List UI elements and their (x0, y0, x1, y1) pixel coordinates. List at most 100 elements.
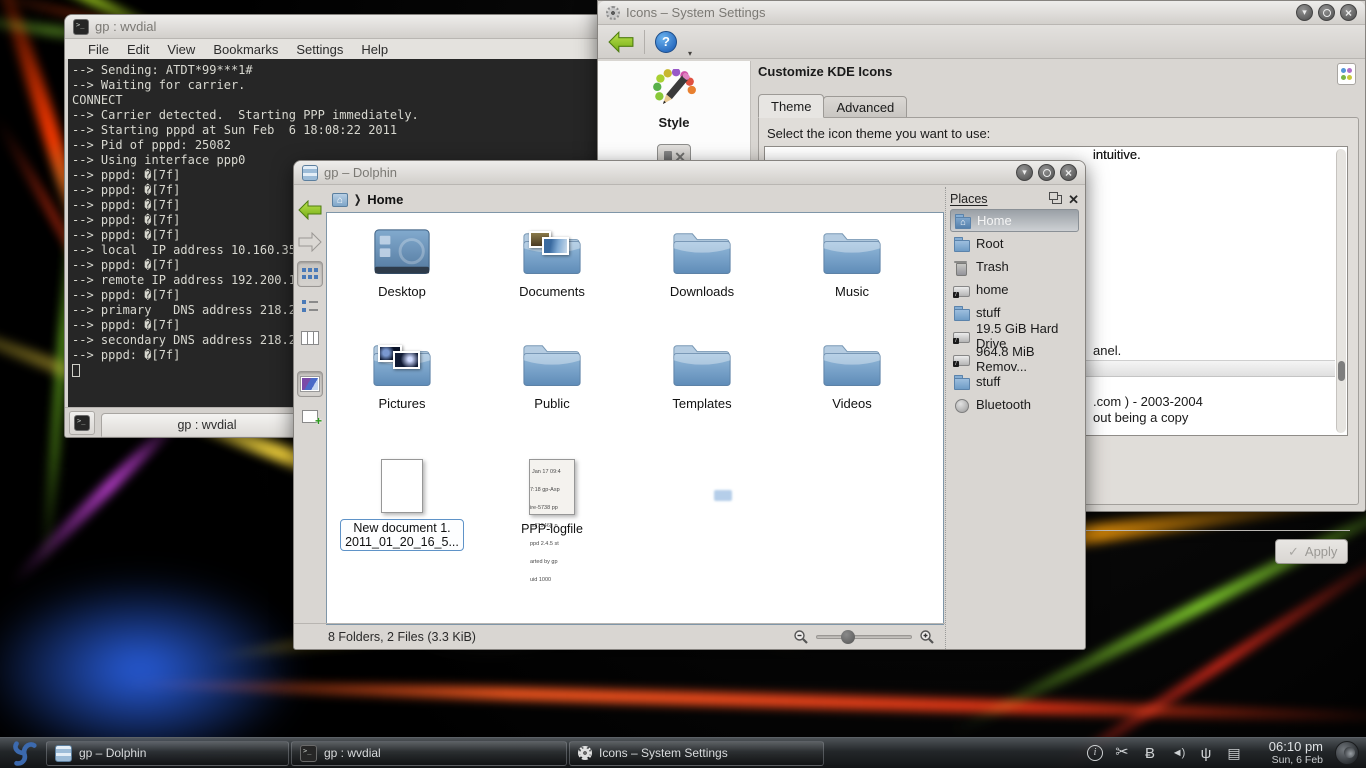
scrollbar-thumb[interactable] (1338, 361, 1345, 381)
zoom-in-icon[interactable] (919, 629, 935, 645)
konsole-window-title: gp : wvdial (95, 19, 628, 34)
places-item[interactable]: Home (950, 209, 1079, 232)
clock-time: 06:10 pm (1259, 740, 1323, 755)
chevron-down-icon[interactable]: ▾ (688, 49, 692, 58)
places-item[interactable]: Root (950, 232, 1079, 255)
folder-item[interactable]: Documents (477, 219, 627, 331)
file-item[interactable]: Jan 17 09:4 7:18 gp-Asp ire-5738 pp pd[1… (477, 449, 627, 561)
folder-view[interactable]: Desktop (326, 212, 944, 625)
icons-module-icon (1337, 63, 1356, 85)
tab[interactable]: Advanced (823, 96, 907, 118)
folder-item[interactable]: Music (777, 219, 927, 331)
home-icon[interactable]: ⌂ (332, 193, 348, 207)
tray-icon[interactable] (1087, 745, 1103, 761)
folder-item[interactable]: Downloads (627, 219, 777, 331)
terminal-icon (74, 415, 90, 431)
split-view-button[interactable] (297, 403, 323, 429)
zoom-out-icon[interactable] (793, 629, 809, 645)
zoom-slider-track[interactable] (816, 635, 912, 639)
close-button[interactable] (1060, 164, 1077, 181)
scrollbar[interactable] (1336, 149, 1346, 433)
place-label: home (976, 282, 1009, 297)
task-label: gp – Dolphin (79, 746, 146, 760)
back-button[interactable] (297, 197, 323, 223)
apply-button[interactable]: ✓Apply (1275, 539, 1348, 564)
file-name: New document 1.2011_01_20_16_5... (340, 519, 464, 551)
places-item[interactable]: 964.8 MiB Remov... (950, 347, 1079, 370)
float-panel-icon[interactable] (1052, 195, 1062, 204)
theme-list-row[interactable]: anel. (1093, 343, 1121, 358)
preview-button[interactable] (297, 371, 323, 397)
menu-item[interactable]: Help (352, 42, 397, 57)
tray-icon[interactable] (1225, 744, 1243, 762)
sidebar-item-style[interactable]: Style (598, 61, 750, 130)
folder-item[interactable]: Templates (627, 331, 777, 443)
sidebar-item-label: Style (658, 115, 689, 130)
back-icon[interactable] (608, 31, 634, 53)
folder-item[interactable]: Public (477, 331, 627, 443)
konsole-tab-label: gp : wvdial (177, 418, 236, 432)
maximize-button[interactable] (1318, 4, 1335, 21)
taskbar-task[interactable]: gp : wvdial (291, 741, 567, 766)
theme-list-row[interactable]: intuitive. (1093, 147, 1141, 162)
close-panel-icon[interactable]: ✕ (1068, 193, 1079, 206)
tray-icon[interactable] (1197, 744, 1215, 762)
task-icon (578, 746, 592, 760)
tray-icon[interactable] (1113, 744, 1131, 762)
places-header: Places ✕ (950, 189, 1079, 209)
style-icon (651, 69, 697, 111)
menu-item[interactable]: Settings (287, 42, 352, 57)
theme-select-label: Select the icon theme you want to use: (767, 126, 990, 141)
settings-titlebar[interactable]: Icons – System Settings (598, 1, 1365, 25)
dolphin-window: gp – Dolphin ⌂ ❭ Home (293, 160, 1086, 650)
app-launcher-button[interactable] (3, 739, 45, 768)
folder-item[interactable]: Videos (777, 331, 927, 443)
minimize-button[interactable] (1016, 164, 1033, 181)
forward-button[interactable] (297, 229, 323, 255)
konsole-tab[interactable]: gp : wvdial (101, 413, 313, 437)
places-title: Places (950, 192, 1046, 206)
menu-item[interactable]: File (79, 42, 118, 57)
breadcrumb-home[interactable]: Home (367, 192, 403, 207)
task-label: Icons – System Settings (599, 746, 728, 760)
folder-icon (821, 339, 883, 389)
places-item[interactable]: Bluetooth (950, 393, 1079, 416)
new-tab-button[interactable] (69, 411, 95, 435)
menu-item[interactable]: View (158, 42, 204, 57)
check-icon: ✓ (1288, 544, 1299, 560)
menu-item[interactable]: Bookmarks (204, 42, 287, 57)
folder-name: Public (534, 396, 569, 411)
place-icon (953, 236, 969, 252)
file-item[interactable]: New document 1.2011_01_20_16_5... (327, 449, 477, 561)
folder-item[interactable]: Pictures (327, 331, 477, 443)
taskbar-task[interactable]: gp – Dolphin (46, 741, 289, 766)
place-label: stuff (976, 305, 1000, 320)
tray-icon[interactable] (1169, 744, 1187, 762)
clock[interactable]: 06:10 pm Sun, 6 Feb (1259, 740, 1323, 767)
place-icon (953, 328, 969, 344)
minimize-button[interactable] (1296, 4, 1313, 21)
maximize-button[interactable] (1038, 164, 1055, 181)
zoom-slider-handle[interactable] (841, 630, 855, 644)
panel-toolbox-icon[interactable] (1335, 741, 1359, 765)
menu-item[interactable]: Edit (118, 42, 158, 57)
place-label: Bluetooth (976, 397, 1031, 412)
theme-description-line: .com ) - 2003-2004 (1093, 394, 1203, 409)
close-button[interactable] (1340, 4, 1357, 21)
taskbar-task[interactable]: Icons – System Settings (569, 741, 824, 766)
settings-tabs: ThemeAdvanced (758, 94, 906, 118)
places-item[interactable]: Trash (950, 255, 1079, 278)
places-item[interactable]: home (950, 278, 1079, 301)
dolphin-titlebar[interactable]: gp – Dolphin (294, 161, 1085, 185)
tray-icon[interactable] (1141, 744, 1159, 762)
page-title: Customize KDE Icons (758, 64, 892, 79)
help-icon[interactable]: ? (655, 31, 677, 53)
folder-icon (821, 227, 883, 277)
tab[interactable]: Theme (758, 94, 824, 118)
columns-view-button[interactable] (297, 325, 323, 351)
folder-icon (521, 227, 583, 277)
cursor-drag-artifact (714, 490, 732, 501)
icons-view-button[interactable] (297, 261, 323, 287)
details-view-button[interactable] (297, 293, 323, 319)
folder-item[interactable]: Desktop (327, 219, 477, 331)
